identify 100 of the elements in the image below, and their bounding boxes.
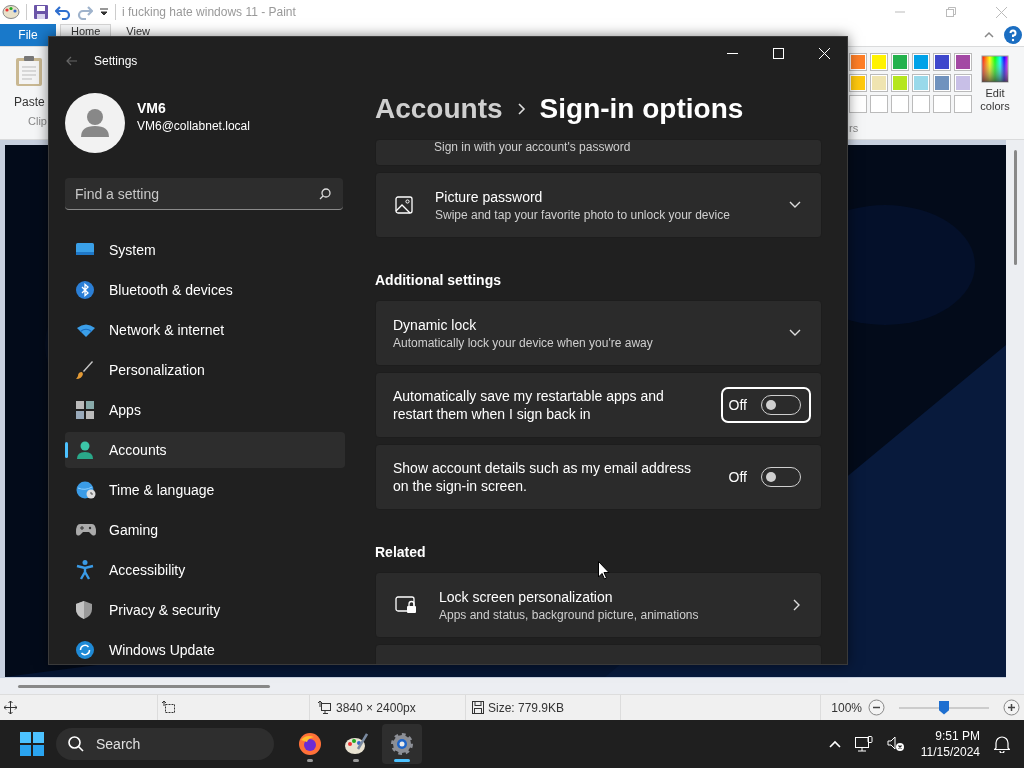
canvas-size-icon — [318, 701, 332, 714]
image-dimensions: 3840 × 2400px — [336, 700, 416, 715]
person-icon — [76, 441, 94, 459]
maximize-icon — [772, 47, 784, 59]
mouse-pointer-icon — [598, 561, 610, 580]
color-swatch[interactable] — [933, 74, 951, 92]
card-description: Sign in with your account's password — [434, 140, 631, 154]
accessibility-icon — [76, 560, 94, 580]
shield-icon — [76, 601, 92, 619]
color-swatch[interactable] — [954, 53, 972, 71]
toggle-switch[interactable]: Off — [720, 387, 811, 423]
setting-label: Show account details such as my email address on the sign-in screen. — [393, 459, 693, 495]
volume-muted-icon[interactable] — [886, 736, 905, 752]
apps-icon — [76, 401, 94, 419]
color-swatch[interactable] — [912, 53, 930, 71]
color-swatch[interactable] — [954, 74, 972, 92]
chevron-right-icon — [793, 599, 801, 611]
nav-item[interactable]: Accessibility — [65, 552, 345, 588]
chevron-up-icon[interactable] — [828, 740, 841, 748]
settings-card[interactable]: Picture password Swipe and tap your favorite photo to unlock your device — [375, 172, 822, 238]
ribbon-tab[interactable]: View — [115, 24, 161, 37]
horizontal-scrollbar[interactable] — [0, 678, 1024, 694]
clock[interactable]: 9:51 PM 11/15/2024 — [920, 728, 980, 760]
zoom-out-icon[interactable] — [868, 699, 885, 716]
group-label: Clip — [27, 115, 47, 127]
chevron-icon[interactable] — [789, 201, 801, 209]
update-icon — [76, 641, 94, 659]
card-title: Dynamic lock — [393, 316, 478, 333]
picture-frame-icon — [395, 196, 413, 214]
section-heading: Additional settings — [375, 271, 502, 290]
help-icon[interactable] — [1004, 26, 1022, 44]
paste-button[interactable]: Paste — [10, 53, 49, 111]
screen-lock-icon — [395, 596, 417, 614]
nav-item[interactable]: Network & internet — [65, 312, 345, 348]
close-icon — [996, 6, 1007, 18]
color-swatch[interactable] — [933, 95, 951, 113]
color-swatch[interactable] — [849, 74, 867, 92]
color-swatch[interactable] — [849, 95, 867, 113]
chevron-right-icon — [516, 102, 526, 116]
search-icon — [319, 188, 331, 200]
settings-card[interactable]: Dynamic lock Automatically lock your device when you're away — [375, 300, 822, 366]
card-title: Lock screen personalization — [439, 588, 614, 605]
vertical-scrollbar[interactable] — [1006, 140, 1024, 678]
collapse-ribbon-icon[interactable] — [984, 31, 994, 39]
nav-item[interactable]: Accounts — [65, 432, 345, 468]
back-arrow-icon[interactable] — [66, 55, 78, 67]
taskbar-search-field[interactable]: Search — [56, 728, 274, 760]
nav-item[interactable]: Apps — [65, 392, 345, 428]
color-swatch[interactable] — [954, 95, 972, 113]
edit-colors-button[interactable]: Edit colors — [976, 55, 1014, 113]
clipboard-icon — [15, 55, 44, 87]
close-icon — [818, 47, 830, 59]
color-swatch[interactable] — [849, 53, 867, 71]
notification-bell-icon[interactable] — [994, 735, 1010, 753]
undo-icon[interactable] — [55, 4, 71, 20]
nav-item[interactable]: Personalization — [65, 352, 345, 388]
file-menu-tab[interactable]: File — [0, 24, 56, 46]
nav-item[interactable]: Windows Update — [65, 632, 345, 668]
settings-search-field[interactable]: Find a setting — [65, 178, 343, 210]
network-icon[interactable] — [854, 736, 873, 752]
window-title: Settings — [94, 54, 138, 68]
color-swatch[interactable] — [891, 74, 909, 92]
window-title: i fucking hate windows 11 - Paint — [122, 5, 296, 19]
chevron-icon[interactable] — [789, 329, 801, 337]
bluetooth-icon — [76, 281, 94, 299]
color-swatch[interactable] — [870, 53, 888, 71]
color-swatch[interactable] — [933, 53, 951, 71]
card-description: Swipe and tap your favorite photo to unlock your device — [435, 207, 731, 222]
globe-clock-icon — [76, 481, 96, 499]
dropdown-icon[interactable] — [99, 7, 109, 17]
nav-item[interactable]: System — [65, 232, 345, 268]
fox-globe-icon — [298, 732, 322, 756]
search-icon — [68, 736, 84, 752]
settings-card[interactable]: Lock screen personalization Apps and status, background picture, animations — [375, 572, 822, 638]
zoom-slider[interactable] — [899, 700, 989, 715]
zoom-in-icon[interactable] — [1003, 699, 1020, 716]
palette-icon — [344, 732, 368, 756]
color-swatch[interactable] — [870, 74, 888, 92]
start-icon[interactable] — [20, 732, 44, 756]
nav-item[interactable]: Privacy & security — [65, 592, 345, 628]
setting-label: Automatically save my restartable apps and restart them when I sign back in — [393, 387, 665, 423]
save-icon[interactable] — [33, 4, 49, 20]
redo-icon[interactable] — [77, 4, 93, 20]
nav-item[interactable]: Bluetooth & devices — [65, 272, 345, 308]
avatar-icon — [65, 93, 125, 153]
settings-card[interactable]: Sign in with your account's password — [375, 139, 822, 166]
card-title: Picture password — [435, 188, 544, 205]
color-swatch[interactable] — [891, 95, 909, 113]
color-swatch[interactable] — [891, 53, 909, 71]
nav-item[interactable]: Gaming — [65, 512, 345, 548]
file-size: Size: 779.9KB — [488, 700, 565, 715]
toggle-switch[interactable]: Off — [720, 459, 811, 495]
color-swatch[interactable] — [870, 95, 888, 113]
color-swatch[interactable] — [912, 74, 930, 92]
move-icon — [4, 701, 17, 714]
nav-item[interactable]: Time & language — [65, 472, 345, 508]
taskbar-app-button[interactable] — [382, 724, 422, 764]
breadcrumb-link[interactable]: Accounts — [375, 93, 503, 125]
monitor-icon — [76, 242, 94, 258]
color-swatch[interactable] — [912, 95, 930, 113]
